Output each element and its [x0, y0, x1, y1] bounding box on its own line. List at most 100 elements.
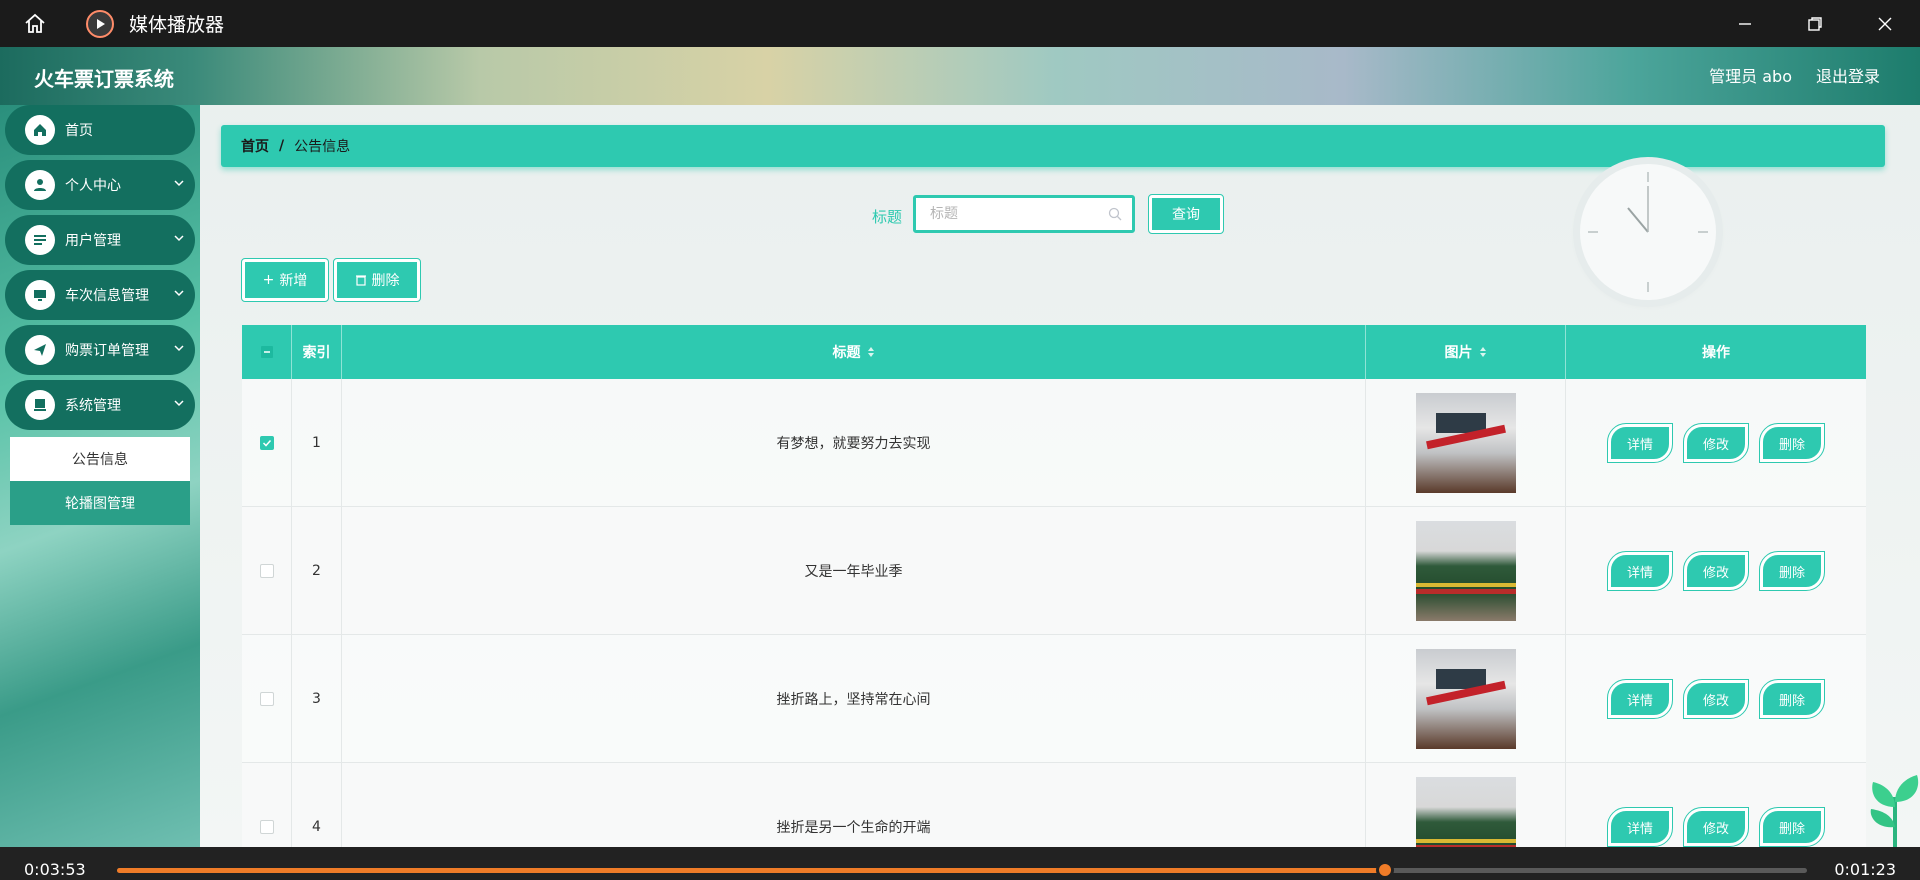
system-icon [25, 390, 55, 420]
chevron-down-icon [174, 180, 184, 187]
sprout-decoration-icon [1870, 775, 1919, 847]
announcement-table: 索引 标题 图片 操作 1 有梦想，就要努力去实现 详情 修改 删除 2 又是一… [242, 325, 1866, 847]
sidebar-subitem-carousel[interactable]: 轮播图管理 [10, 481, 190, 525]
table-header: 索引 标题 图片 操作 [242, 325, 1866, 379]
row-operations: 详情 修改 删除 [1566, 763, 1866, 847]
close-icon [1878, 17, 1892, 30]
row-index: 2 [292, 507, 342, 635]
train-image[interactable] [1415, 521, 1516, 621]
clock-decoration [1580, 164, 1716, 300]
train-image[interactable] [1415, 777, 1516, 847]
trash-icon [355, 275, 366, 286]
column-header-label: 图片 [1444, 345, 1473, 361]
search-field[interactable] [913, 195, 1135, 233]
row-image-cell [1366, 379, 1566, 507]
row-image-cell [1366, 507, 1566, 635]
train-image[interactable] [1415, 649, 1516, 749]
edit-button[interactable]: 修改 [1683, 423, 1749, 463]
sidebar-item-train-info[interactable]: 车次信息管理 [5, 270, 195, 320]
sidebar-item-label: 车次信息管理 [65, 288, 149, 304]
sort-icon[interactable] [1479, 346, 1487, 358]
select-all-cell [242, 325, 292, 379]
sidebar-item-system-management[interactable]: 系统管理 [5, 380, 195, 430]
sidebar-item-personal-center[interactable]: 个人中心 [5, 160, 195, 210]
sidebar-item-label: 个人中心 [65, 178, 121, 194]
window-title: 媒体播放器 [129, 14, 225, 36]
clock-face-icon [1588, 172, 1708, 292]
row-title: 又是一年毕业季 [342, 507, 1366, 635]
close-button[interactable] [1850, 0, 1920, 47]
row-image-cell [1366, 635, 1566, 763]
row-operations: 详情 修改 删除 [1566, 379, 1866, 507]
add-button-label: 新增 [279, 273, 308, 289]
breadcrumb: 首页 / 公告信息 [221, 125, 1885, 167]
row-checkbox[interactable] [259, 692, 274, 706]
delete-button[interactable]: 删除 [1759, 807, 1825, 847]
row-select-cell [242, 507, 292, 635]
table-row: 1 有梦想，就要努力去实现 详情 修改 删除 [242, 379, 1866, 507]
query-button[interactable]: 查询 [1148, 194, 1224, 234]
row-checkbox[interactable] [259, 564, 274, 578]
row-select-cell [242, 379, 292, 507]
table-row: 4 挫折是另一个生命的开端 详情 修改 删除 [242, 763, 1866, 847]
home-icon [25, 115, 55, 145]
send-icon [25, 335, 55, 365]
row-checkbox[interactable] [259, 436, 274, 450]
sidebar-item-ticket-orders[interactable]: 购票订单管理 [5, 325, 195, 375]
restore-button[interactable] [1780, 0, 1850, 47]
list-icon [25, 225, 55, 255]
select-all-checkbox[interactable] [259, 345, 274, 359]
row-image-cell [1366, 763, 1566, 847]
logout-link[interactable]: 退出登录 [1816, 63, 1880, 87]
add-button[interactable]: + 新增 [241, 258, 329, 302]
delete-button-label: 删除 [371, 273, 400, 289]
chevron-up-icon [174, 400, 184, 407]
delete-button[interactable]: 删除 [1759, 679, 1825, 719]
seek-bar[interactable] [117, 861, 1807, 879]
row-checkbox[interactable] [259, 820, 274, 834]
sidebar-item-label: 购票订单管理 [65, 343, 149, 359]
seek-handle[interactable] [1375, 861, 1394, 879]
search-input[interactable] [930, 206, 1090, 222]
remaining-time: 0:01:23 [1834, 860, 1896, 879]
row-title: 挫折是另一个生命的开端 [342, 763, 1366, 847]
column-header-image[interactable]: 图片 [1366, 325, 1566, 379]
home-button[interactable] [0, 0, 70, 47]
row-index: 3 [292, 635, 342, 763]
delete-button[interactable]: 删除 [1759, 551, 1825, 591]
media-player-logo-icon [86, 9, 114, 38]
detail-button[interactable]: 详情 [1607, 807, 1673, 847]
row-operations: 详情 修改 删除 [1566, 635, 1866, 763]
detail-button[interactable]: 详情 [1607, 551, 1673, 591]
sidebar-item-user-management[interactable]: 用户管理 [5, 215, 195, 265]
edit-button[interactable]: 修改 [1683, 679, 1749, 719]
user-icon [25, 170, 55, 200]
row-title: 挫折路上，坚持常在心间 [342, 635, 1366, 763]
sort-icon[interactable] [867, 346, 875, 358]
edit-button[interactable]: 修改 [1683, 551, 1749, 591]
search-label: 标题 [872, 208, 903, 226]
batch-delete-button[interactable]: 删除 [333, 258, 421, 302]
column-header-label: 标题 [832, 345, 861, 361]
app-header: 火车票订票系统 管理员 abo 退出登录 [0, 47, 1920, 105]
row-select-cell [242, 635, 292, 763]
row-index: 1 [292, 379, 342, 507]
sidebar-subitem-announcements[interactable]: 公告信息 [10, 437, 190, 481]
sidebar-item-home[interactable]: 首页 [5, 105, 195, 155]
row-index: 4 [292, 763, 342, 847]
minimize-button[interactable] [1710, 0, 1780, 47]
detail-button[interactable]: 详情 [1607, 679, 1673, 719]
app-title: 火车票订票系统 [34, 67, 174, 91]
breadcrumb-home[interactable]: 首页 [241, 136, 269, 156]
sidebar-item-label: 系统管理 [65, 398, 121, 414]
breadcrumb-separator: / [279, 138, 285, 154]
detail-button[interactable]: 详情 [1607, 423, 1673, 463]
check-icon [262, 439, 271, 447]
table-row: 2 又是一年毕业季 详情 修改 删除 [242, 507, 1866, 635]
train-image[interactable] [1415, 393, 1516, 493]
delete-button[interactable]: 删除 [1759, 423, 1825, 463]
table-row: 3 挫折路上，坚持常在心间 详情 修改 删除 [242, 635, 1866, 763]
row-operations: 详情 修改 删除 [1566, 507, 1866, 635]
edit-button[interactable]: 修改 [1683, 807, 1749, 847]
column-header-title[interactable]: 标题 [342, 325, 1366, 379]
